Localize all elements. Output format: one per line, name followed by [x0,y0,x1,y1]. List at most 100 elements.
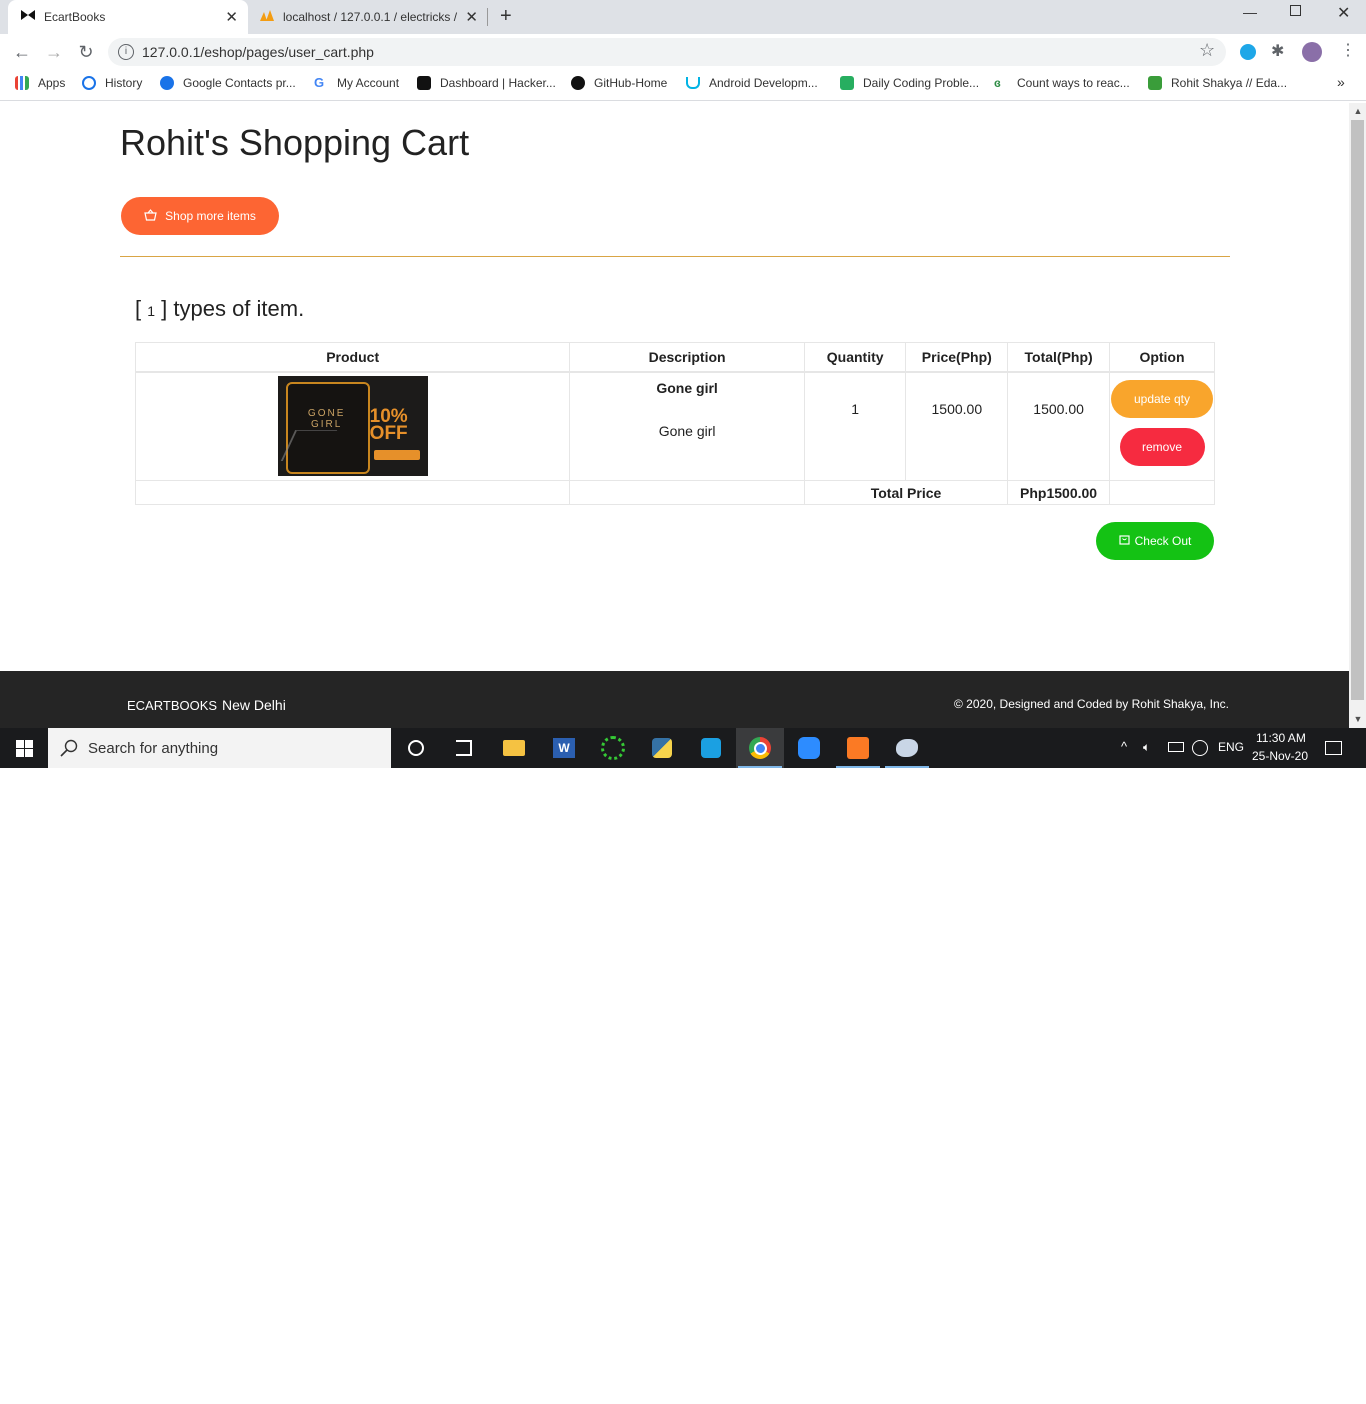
circular-app-icon[interactable] [589,728,637,768]
zoom-icon[interactable] [785,728,833,768]
total-row: Total Price Php1500.00 [134,480,1215,505]
update-qty-button[interactable]: update qty [1111,380,1213,418]
reload-icon[interactable]: ↻ [75,41,97,63]
profile-avatar[interactable] [1302,42,1322,62]
bookmark-google-contacts[interactable]: Google Contacts pr... [160,76,296,90]
bookmark-daily-coding[interactable]: Daily Coding Proble... [840,76,979,90]
network-globe-icon[interactable] [1192,740,1208,756]
python-icon[interactable] [638,728,686,768]
google-icon: G [314,75,325,90]
apps-grid-icon [15,76,29,90]
tab-close-icon[interactable]: ✕ [225,8,238,26]
total-cell: 1500.00 [1007,371,1110,481]
product-cell: GONE GIRL 10% OFF [134,371,571,481]
bookmark-star-icon[interactable]: ☆ [1199,40,1215,61]
language-indicator[interactable]: ENG [1218,740,1244,754]
check-out-button[interactable]: Check Out [1096,522,1214,560]
table-row: GONE GIRL 10% OFF Gone girl Gone girl 1 15… [134,371,1215,481]
product-name: Gone girl [656,380,718,396]
tab-title: localhost / 127.0.0.1 / electricks / [283,10,458,24]
header-quantity: Quantity [803,342,907,373]
site-info-icon[interactable]: i [118,44,134,60]
new-tab-icon[interactable]: + [500,5,512,28]
url-text[interactable]: 127.0.0.1/eshop/pages/user_cart.php [142,44,374,60]
tab-title: EcartBooks [44,10,106,24]
notification-center-icon[interactable] [1325,741,1342,755]
item-count-number: 1 [147,303,156,319]
header-description: Description [569,342,805,373]
messaging-app-icon[interactable] [687,728,735,768]
cart-header-row: Product Description Quantity Price(Php) … [134,342,1215,373]
option-cell: update qty remove [1109,371,1215,481]
task-view-icon[interactable] [440,728,488,768]
quantity-value: 1 [851,401,860,417]
back-arrow-icon[interactable]: ← [11,41,33,63]
file-explorer-icon[interactable] [490,728,538,768]
phpmyadmin-favicon-icon [258,9,278,26]
cortana-icon[interactable] [392,728,440,768]
github-icon [571,76,585,90]
windows-start-icon[interactable] [16,740,33,762]
footer-copyright: © 2020, Designed and Coded by Rohit Shak… [954,697,1230,711]
extension-icon[interactable] [1240,44,1256,60]
item-count-text: [ 1 ] types of item. [135,296,305,321]
battery-icon[interactable] [1168,742,1184,752]
close-window-icon[interactable]: ✕ [1337,3,1350,23]
tab-ecartbooks[interactable]: EcartBooks ✕ [8,0,248,34]
scroll-down-arrow-icon[interactable]: ▼ [1352,714,1364,724]
bowtie-favicon-icon [20,9,36,24]
hackerrank-icon [417,76,431,90]
basket-icon [144,208,157,224]
quantity-cell: 1 [803,371,907,481]
word-icon[interactable]: W [540,728,588,768]
bookmark-history[interactable]: History [82,76,142,90]
contacts-icon [160,76,174,90]
history-icon [82,76,96,90]
bookmark-apps[interactable]: Apps [15,76,65,90]
bookmark-my-account[interactable]: G My Account [314,75,399,91]
tray-overflow-chevron-icon[interactable]: ^ [1121,739,1127,754]
search-icon [60,739,78,762]
xampp-icon[interactable] [834,728,882,768]
shop-more-items-button[interactable]: Shop more items [121,197,279,235]
footer-city: New Delhi [222,697,286,713]
bookmark-count-ways[interactable]: ɞ Count ways to reac... [994,76,1130,90]
total-price-label: Total Price [803,480,1009,505]
bookmark-hackerrank[interactable]: Dashboard | Hacker... [417,76,556,90]
footer-brand[interactable]: ECARTBOOKS [127,698,217,713]
restore-window-icon[interactable] [1290,5,1301,16]
description-cell: Gone girl Gone girl [569,371,805,481]
product-image[interactable]: GONE GIRL 10% OFF [277,376,428,476]
product-description: Gone girl [658,423,716,439]
clock-time[interactable]: 11:30 AM [1256,731,1306,745]
volume-icon[interactable]: 🔈︎ [1143,740,1150,755]
extensions-puzzle-icon[interactable]: ✱ [1271,41,1284,61]
divider [120,256,1230,257]
tab-close-icon[interactable]: ✕ [465,8,478,26]
clock-date[interactable]: 25-Nov-20 [1252,749,1308,763]
geeksforgeeks-icon: ɞ [994,76,1001,90]
page-title: Rohit's Shopping Cart [120,122,470,163]
bookmark-github[interactable]: GitHub-Home [571,76,667,90]
chrome-icon[interactable] [736,728,784,768]
edabit-icon [1148,76,1162,90]
minimize-window-icon[interactable]: — [1243,4,1257,20]
price-value: 1500.00 [931,401,983,417]
total-price-value: Php1500.00 [1007,480,1110,505]
remove-button[interactable]: remove [1119,428,1205,466]
shop-more-label: Shop more items [165,209,256,223]
scrollbar-thumb[interactable] [1351,120,1364,700]
bookmark-android-development[interactable]: Android Developm... [686,76,818,90]
header-option: Option [1109,342,1215,373]
tab-phpmyadmin[interactable]: localhost / 127.0.0.1 / electricks / ✕ [252,0,484,34]
browser-menu-icon[interactable]: ⋮ [1340,40,1356,60]
scroll-up-arrow-icon[interactable]: ▲ [1352,106,1364,116]
row-total-value: 1500.00 [1033,401,1084,417]
tab-separator [487,8,488,26]
paint-icon[interactable] [883,728,931,768]
bookmark-edabit[interactable]: Rohit Shakya // Eda... [1148,76,1287,90]
shopping-bag-icon [1119,534,1130,548]
udacity-icon [686,77,700,89]
more-bookmarks-chevron-icon[interactable]: » [1337,74,1345,90]
forward-arrow-icon[interactable]: → [43,41,65,63]
